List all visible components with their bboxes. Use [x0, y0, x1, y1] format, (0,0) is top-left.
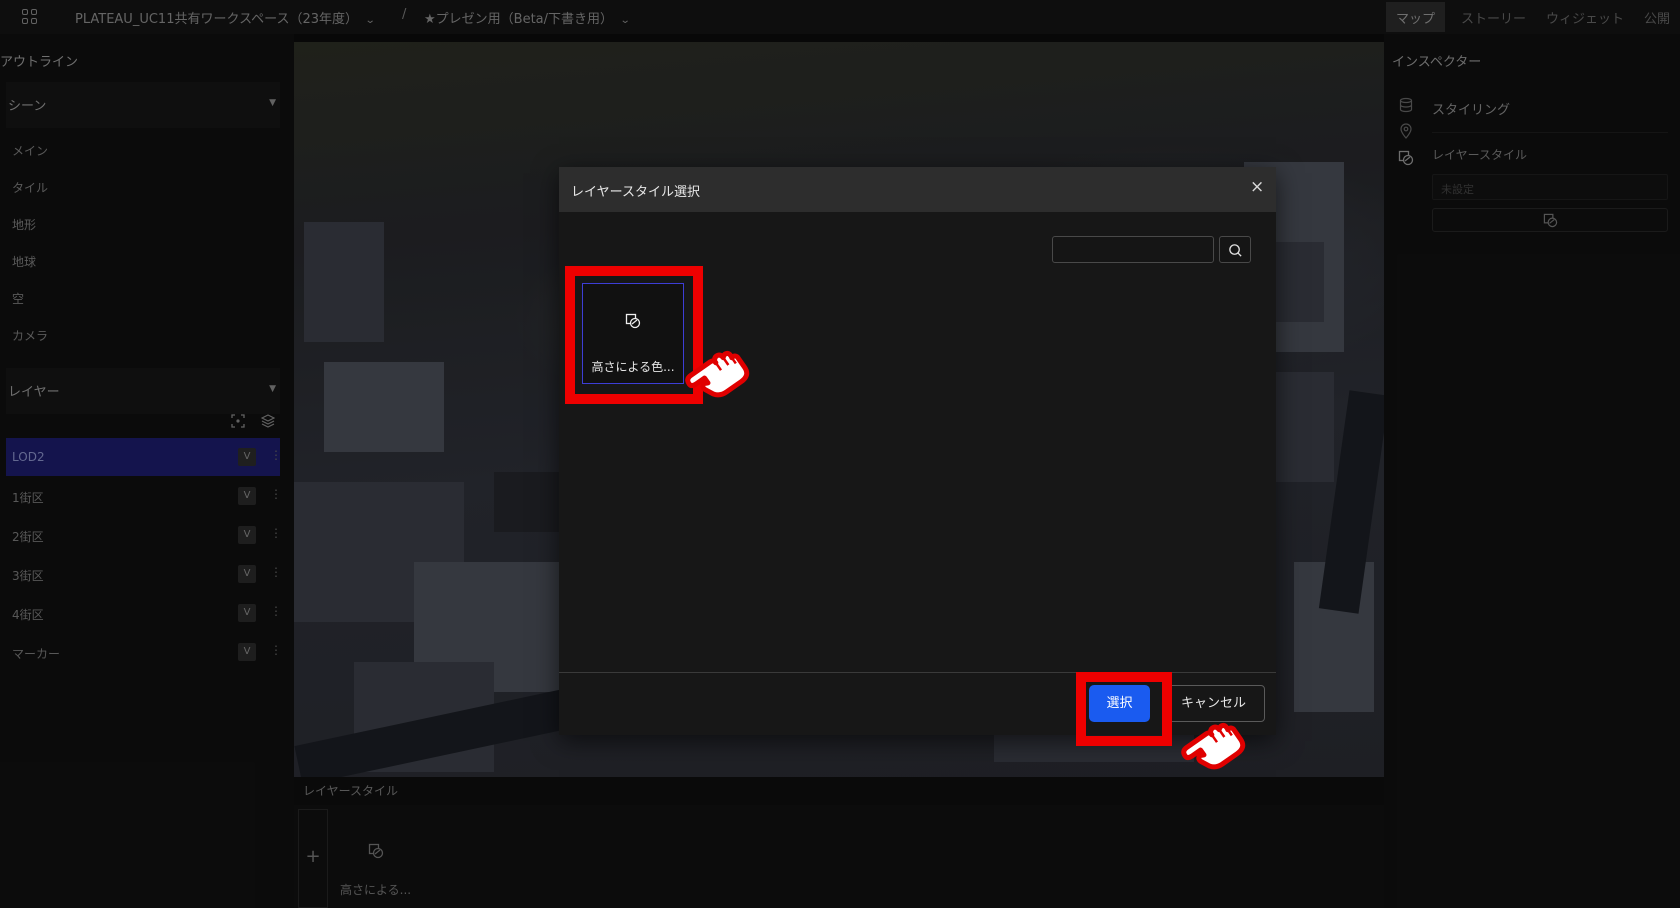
- pointing-hand-icon: [1181, 722, 1246, 770]
- search-button[interactable]: [1219, 236, 1251, 263]
- layer-style-select-dialog: レイヤースタイル選択 × 高さによる色... 選択 キャンセル: [559, 167, 1276, 735]
- close-icon[interactable]: ×: [1250, 179, 1264, 196]
- app-root: PLATEAU_UC11共有ワークスペース（23年度） ⌄ / ★プレゼン用（Be…: [0, 0, 1680, 908]
- pointing-hand-icon: [685, 350, 750, 398]
- search-icon: [1229, 244, 1242, 257]
- highlight-frame-select: [1076, 672, 1172, 746]
- dialog-title: レイヤースタイル選択: [571, 185, 700, 200]
- dialog-header: レイヤースタイル選択 ×: [559, 167, 1276, 212]
- search-input[interactable]: [1052, 236, 1214, 263]
